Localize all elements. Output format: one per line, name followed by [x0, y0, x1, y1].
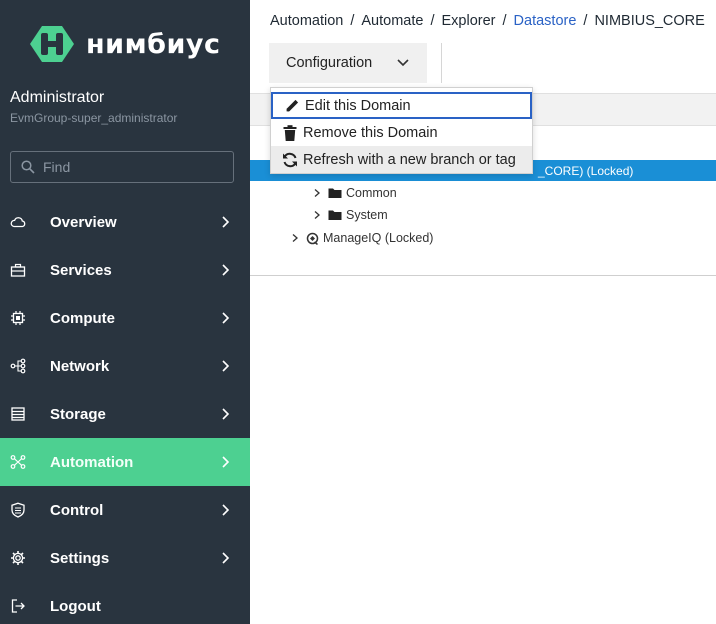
- logo-mark-icon: [30, 26, 74, 62]
- breadcrumb-separator: /: [583, 13, 588, 29]
- breadcrumb-separator: /: [350, 13, 355, 29]
- breadcrumb: Automation / Automate / Explorer / Datastore / N…: [270, 13, 705, 29]
- nav-item-label: Services: [50, 261, 112, 279]
- menu-item-edit-domain[interactable]: Edit this Domain: [271, 92, 532, 119]
- tree-node-label: System: [346, 208, 388, 222]
- refresh-icon: [283, 152, 297, 167]
- tree-node-manageiq[interactable]: ManageIQ (Locked): [290, 229, 433, 247]
- menu-item-remove-domain[interactable]: Remove this Domain: [271, 119, 532, 146]
- nav-item-settings[interactable]: Settings: [0, 534, 250, 582]
- pencil-icon: [286, 99, 299, 112]
- breadcrumb-item-automate[interactable]: Automate: [361, 13, 423, 29]
- nav-item-label: Settings: [50, 549, 110, 567]
- search-input[interactable]: [43, 159, 223, 175]
- configuration-menu: Edit this Domain Remove this Domain Refr…: [270, 87, 533, 174]
- tree-node-label: ManageIQ (Locked): [323, 231, 434, 245]
- menu-item-label: Refresh with a new branch or tag: [303, 151, 516, 168]
- shield-icon: [11, 502, 25, 518]
- automation-icon: [10, 455, 26, 469]
- domain-icon: [306, 232, 319, 245]
- chevron-right-icon: [222, 264, 230, 276]
- nav-item-compute[interactable]: Compute: [0, 294, 250, 342]
- configuration-dropdown-button[interactable]: Configuration: [269, 43, 427, 83]
- user-name: Administrator: [10, 89, 105, 106]
- configuration-label: Configuration: [286, 55, 373, 71]
- search-icon: [21, 160, 35, 174]
- nav-item-services[interactable]: Services: [0, 246, 250, 294]
- search-box: [10, 151, 234, 183]
- nav-menu: Overview Services Compute Network Storag…: [0, 198, 250, 624]
- breadcrumb-item-datastore[interactable]: Datastore: [514, 13, 577, 29]
- chip-icon: [11, 311, 25, 325]
- tree-node-label: _CORE) (Locked): [538, 164, 634, 178]
- sidebar: нимбиус Administrator EvmGroup-super_adm…: [0, 0, 250, 624]
- nav-item-network[interactable]: Network: [0, 342, 250, 390]
- menu-item-refresh-branch[interactable]: Refresh with a new branch or tag: [271, 146, 532, 173]
- tree-node-common[interactable]: Common: [312, 184, 397, 202]
- tree-node-label: Common: [346, 186, 397, 200]
- brand-name: нимбиус: [86, 28, 221, 60]
- breadcrumb-item-automation[interactable]: Automation: [270, 13, 343, 29]
- nav-item-label: Logout: [50, 597, 101, 615]
- nav-item-label: Network: [50, 357, 110, 375]
- chevron-right-icon: [222, 312, 230, 324]
- chevron-right-icon: [222, 408, 230, 420]
- network-icon: [10, 358, 26, 374]
- nav-item-automation[interactable]: Automation: [0, 438, 250, 486]
- brand-logo[interactable]: нимбиус: [28, 24, 221, 64]
- folder-icon: [328, 188, 342, 198]
- nav-item-label: Compute: [50, 309, 115, 327]
- menu-item-label: Edit this Domain: [305, 97, 411, 114]
- chevron-right-icon: [222, 216, 230, 228]
- storage-icon: [11, 407, 25, 421]
- gear-icon: [11, 551, 25, 565]
- chevron-down-icon: [397, 59, 409, 67]
- nav-item-label: Overview: [50, 213, 117, 231]
- nav-item-overview[interactable]: Overview: [0, 198, 250, 246]
- folder-icon: [328, 210, 342, 220]
- chevron-right-icon[interactable]: [312, 210, 322, 220]
- breadcrumb-item-explorer[interactable]: Explorer: [442, 13, 496, 29]
- cloud-icon: [10, 217, 26, 228]
- menu-item-label: Remove this Domain: [303, 124, 438, 141]
- nav-item-label: Storage: [50, 405, 106, 423]
- breadcrumb-separator: /: [430, 13, 435, 29]
- nav-item-storage[interactable]: Storage: [0, 390, 250, 438]
- toolbar-divider: [441, 43, 442, 83]
- breadcrumb-separator: /: [502, 13, 507, 29]
- chevron-right-icon: [222, 552, 230, 564]
- nav-item-label: Automation: [50, 453, 134, 471]
- breadcrumb-item-current: NIMBIUS_CORE: [594, 13, 705, 29]
- nav-item-label: Control: [50, 501, 104, 519]
- briefcase-icon: [10, 263, 26, 277]
- chevron-right-icon[interactable]: [312, 188, 322, 198]
- chevron-right-icon: [222, 456, 230, 468]
- nav-item-control[interactable]: Control: [0, 486, 250, 534]
- chevron-right-icon[interactable]: [290, 233, 300, 243]
- user-group: EvmGroup-super_administrator: [10, 111, 178, 125]
- chevron-right-icon: [222, 360, 230, 372]
- nav-item-logout[interactable]: Logout: [0, 582, 250, 624]
- chevron-right-icon: [222, 504, 230, 516]
- tree-node-system[interactable]: System: [312, 206, 388, 224]
- trash-icon: [283, 124, 297, 141]
- logout-icon: [11, 599, 25, 613]
